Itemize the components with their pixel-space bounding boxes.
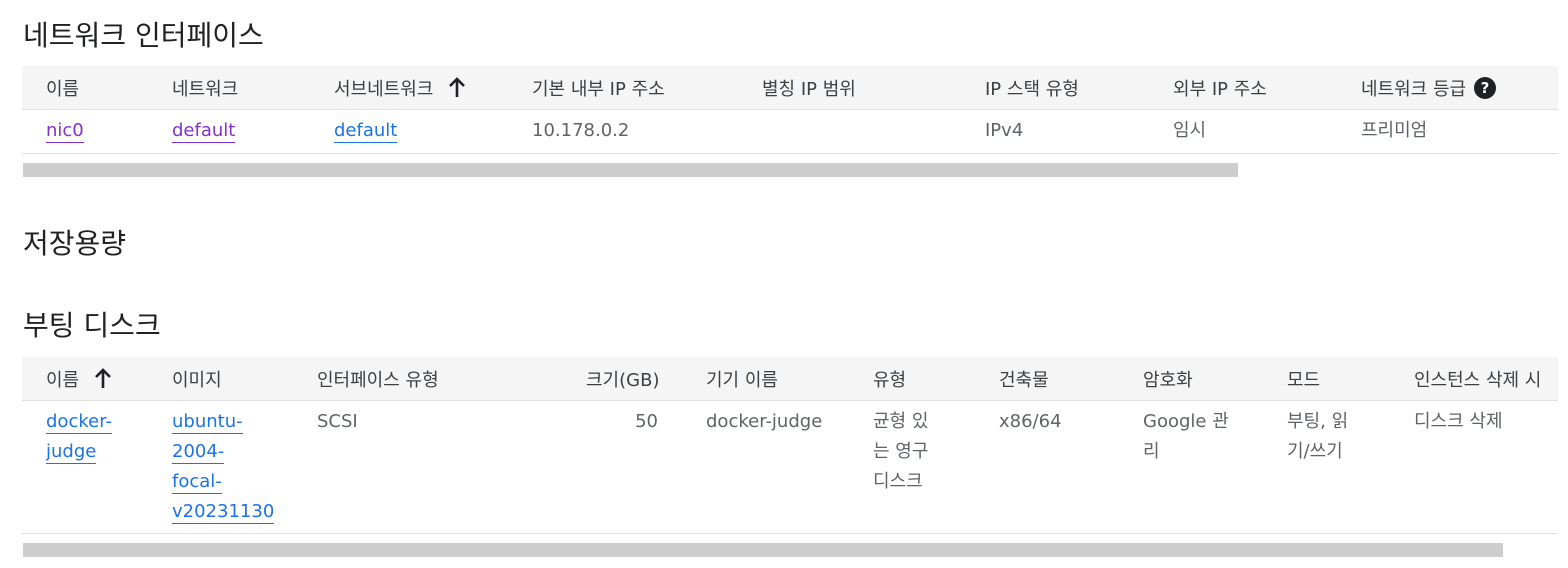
image-link[interactable]: 2004- bbox=[172, 441, 225, 464]
column-header-internal-ip[interactable]: 기본 내부 IP 주소 bbox=[532, 75, 665, 101]
column-header-stack-type[interactable]: IP 스택 유형 bbox=[985, 75, 1079, 101]
svg-text:?: ? bbox=[1481, 79, 1490, 97]
sort-ascending-icon[interactable] bbox=[447, 77, 467, 99]
disk-name-link[interactable]: docker- bbox=[46, 411, 112, 434]
mode-value: 부팅, 읽 기/쓰기 bbox=[1287, 411, 1349, 462]
boot-disk-table: 이름 이미지 인터페이스 유형 크기(GB) 기기 이름 유형 건축물 암호화 … bbox=[22, 357, 1558, 534]
device-name-value: docker-judge bbox=[706, 411, 823, 432]
column-header-external-ip[interactable]: 외부 IP 주소 bbox=[1173, 75, 1267, 101]
external-ip-value: 임시 bbox=[1173, 120, 1207, 141]
column-header-interface-type[interactable]: 인터페이스 유형 bbox=[317, 366, 439, 392]
column-header-mode[interactable]: 모드 bbox=[1287, 366, 1320, 392]
disk-type-value: 균형 있 는 영구 디스크 bbox=[873, 411, 929, 492]
column-header-device-name[interactable]: 기기 이름 bbox=[706, 366, 778, 392]
disk-name-link[interactable]: judge bbox=[46, 441, 97, 464]
encryption-value: Google 관 리 bbox=[1143, 411, 1229, 462]
network-interfaces-title: 네트워크 인터페이스 bbox=[23, 19, 264, 52]
image-cell: ubuntu- 2004- focal- v20231130 bbox=[172, 407, 275, 527]
table-header: 이름 이미지 인터페이스 유형 크기(GB) 기기 이름 유형 건축물 암호화 … bbox=[22, 357, 1558, 401]
column-header-type[interactable]: 유형 bbox=[873, 366, 906, 392]
horizontal-scrollbar[interactable] bbox=[23, 163, 1238, 177]
disk-name-cell: docker- judge bbox=[46, 407, 112, 467]
column-header-network[interactable]: 네트워크 bbox=[172, 75, 238, 101]
column-header-architecture[interactable]: 건축물 bbox=[999, 366, 1049, 392]
storage-title: 저장용량 bbox=[23, 227, 127, 260]
size-value: 50 bbox=[635, 411, 658, 432]
column-header-tier[interactable]: 네트워크 등급 ? bbox=[1361, 75, 1497, 101]
column-header-image[interactable]: 이미지 bbox=[172, 366, 222, 392]
sort-ascending-icon[interactable] bbox=[93, 368, 113, 390]
column-header-subnetwork[interactable]: 서브네트워크 bbox=[334, 75, 467, 101]
architecture-value: x86/64 bbox=[999, 411, 1062, 432]
on-delete-value: 디스크 삭제 bbox=[1414, 411, 1503, 432]
column-header-on-delete[interactable]: 인스턴스 삭제 시 bbox=[1414, 366, 1541, 392]
table-header: 이름 네트워크 서브네트워크 기본 내부 IP 주소 별칭 IP 범위 IP 스… bbox=[22, 66, 1558, 110]
tier-value: 프리미엄 bbox=[1361, 120, 1428, 141]
horizontal-scrollbar[interactable] bbox=[23, 543, 1503, 557]
column-header-alias-ip[interactable]: 별칭 IP 범위 bbox=[762, 75, 856, 101]
image-link[interactable]: ubuntu- bbox=[172, 411, 243, 434]
image-link[interactable]: v20231130 bbox=[172, 501, 275, 524]
boot-disk-title: 부팅 디스크 bbox=[23, 309, 161, 342]
help-icon[interactable]: ? bbox=[1474, 77, 1497, 99]
column-header-encryption[interactable]: 암호화 bbox=[1143, 366, 1193, 392]
table-row: nic0 default default 10.178.0.2 IPv4 임시 … bbox=[22, 110, 1558, 154]
network-interfaces-table: 이름 네트워크 서브네트워크 기본 내부 IP 주소 별칭 IP 범위 IP 스… bbox=[22, 66, 1558, 154]
nic-name-link[interactable]: nic0 bbox=[46, 120, 84, 143]
column-header-name[interactable]: 이름 bbox=[46, 75, 79, 101]
column-header-name[interactable]: 이름 bbox=[46, 366, 113, 392]
stack-type-value: IPv4 bbox=[985, 120, 1024, 141]
image-link[interactable]: focal- bbox=[172, 471, 222, 494]
network-link[interactable]: default bbox=[172, 120, 236, 143]
internal-ip-value: 10.178.0.2 bbox=[532, 120, 630, 141]
table-row: docker- judge ubuntu- 2004- focal- v2023… bbox=[22, 401, 1558, 534]
column-header-size[interactable]: 크기(GB) bbox=[586, 366, 659, 392]
subnetwork-link[interactable]: default bbox=[334, 120, 398, 143]
interface-type-value: SCSI bbox=[317, 411, 358, 432]
